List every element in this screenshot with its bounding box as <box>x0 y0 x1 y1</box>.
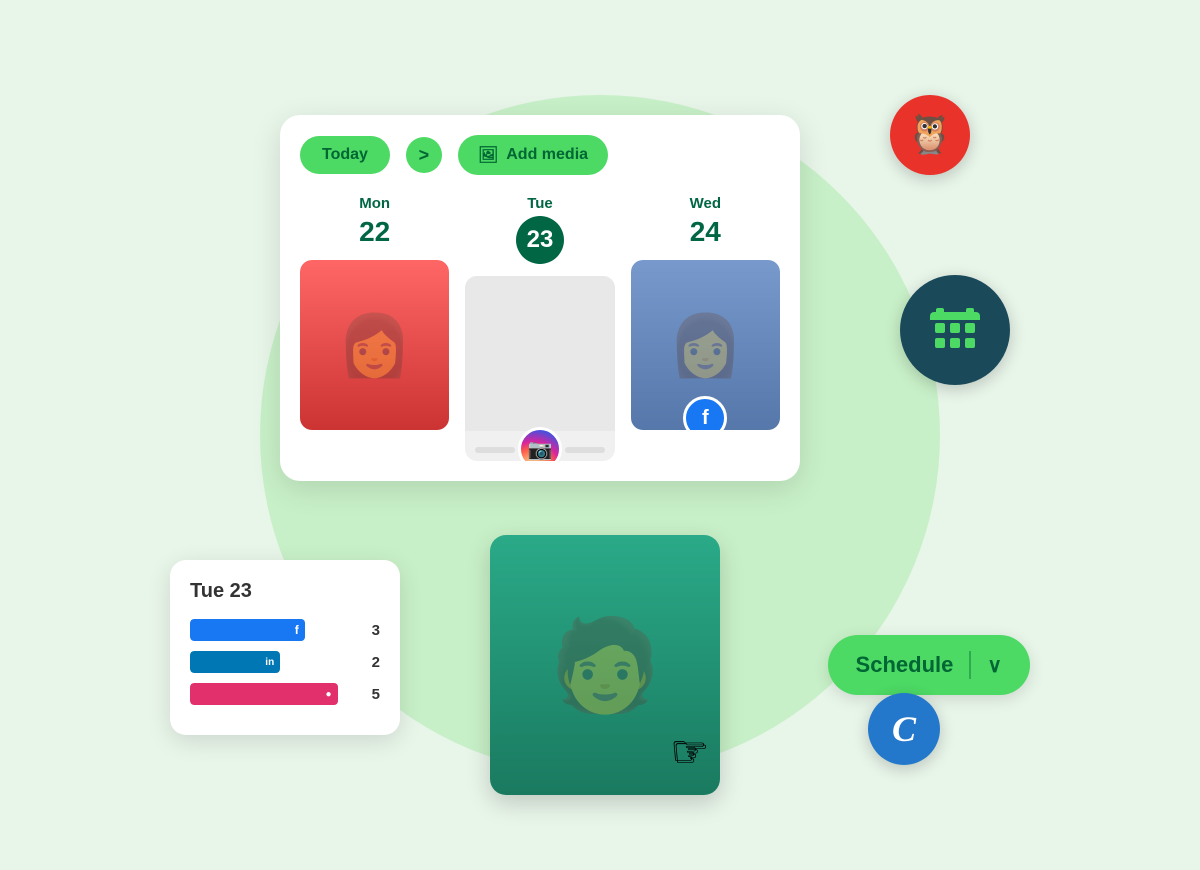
image-icon: 🖼 <box>478 145 498 165</box>
instagram-icon: 📷 <box>528 437 553 462</box>
cursor-icon: ☞ <box>670 726 708 775</box>
post-card-tue: 📷 <box>465 276 614 461</box>
post-image-mon: 👩 <box>300 260 449 430</box>
next-arrow-button[interactable]: > <box>406 137 442 173</box>
stat-bar-li: in <box>190 651 280 673</box>
ig-bar-icon: ● <box>326 689 332 700</box>
day-number-mon: 22 <box>359 216 390 248</box>
facebook-icon: f <box>702 407 709 430</box>
fb-bar-icon: f <box>295 623 299 637</box>
li-bar-icon: in <box>265 657 274 668</box>
cal-dot <box>965 338 975 348</box>
chevron-down-icon: ∨ <box>987 653 1002 678</box>
stats-card: Tue 23 f 3 in 2 ● <box>170 560 400 735</box>
day-col-wed: Wed 24 👩 f <box>631 195 780 461</box>
stat-count-fb: 3 <box>362 622 380 639</box>
calendar-icon-badge <box>900 275 1010 385</box>
day-label-tue: Tue <box>527 195 553 212</box>
day-col-mon: Mon 22 👩 <box>300 195 449 461</box>
day-label-mon: Mon <box>359 195 390 212</box>
post-card-wed: 👩 f <box>631 260 780 430</box>
cal-dot <box>965 323 975 333</box>
stat-bar-container-fb: f <box>190 619 354 641</box>
calendar-icon-inner <box>930 312 980 348</box>
schedule-label: Schedule <box>856 652 954 678</box>
post-image-tue-empty <box>465 276 614 431</box>
calendar-icon-top <box>930 312 980 320</box>
day-label-wed: Wed <box>690 195 721 212</box>
contentful-badge: C <box>868 693 940 765</box>
add-media-label: Add media <box>506 146 588 164</box>
stat-bar-ig: ● <box>190 683 338 705</box>
cal-dot <box>950 338 960 348</box>
day-number-tue: 23 <box>516 216 564 264</box>
add-media-button[interactable]: 🖼 Add media <box>458 135 608 175</box>
stat-bar-container-li: in <box>190 651 354 673</box>
calendar-icon-dots <box>935 323 975 348</box>
stat-row-instagram: ● 5 <box>190 683 380 705</box>
footer-bar <box>565 447 605 453</box>
contentful-c-icon: C <box>892 708 916 750</box>
stat-row-facebook: f 3 <box>190 619 380 641</box>
calendar-card: Today > 🖼 Add media Mon 22 👩 <box>280 115 800 481</box>
owl-icon: 🦉 <box>906 113 953 157</box>
schedule-button[interactable]: Schedule ∨ <box>828 635 1030 695</box>
day-col-tue: Tue 23 📷 <box>465 195 614 461</box>
cal-dot <box>935 338 945 348</box>
day-number-wed: 24 <box>690 216 721 248</box>
stat-row-linkedin: in 2 <box>190 651 380 673</box>
stat-bar-container-ig: ● <box>190 683 354 705</box>
hootsuite-badge: 🦉 <box>890 95 970 175</box>
post-card-mon: 👩 <box>300 260 449 430</box>
scene: 🦉 C Today > 🖼 Add media <box>150 55 1050 815</box>
cal-dot <box>935 323 945 333</box>
stat-count-ig: 5 <box>362 686 380 703</box>
today-button[interactable]: Today <box>300 136 390 174</box>
footer-bar <box>475 447 515 453</box>
calendar-grid: Mon 22 👩 Tue 23 📷 <box>300 195 780 461</box>
stat-count-li: 2 <box>362 654 380 671</box>
stat-bar-fb: f <box>190 619 305 641</box>
schedule-divider <box>969 651 971 679</box>
cal-dot <box>950 323 960 333</box>
stats-date: Tue 23 <box>190 580 380 603</box>
calendar-toolbar: Today > 🖼 Add media <box>300 135 780 175</box>
